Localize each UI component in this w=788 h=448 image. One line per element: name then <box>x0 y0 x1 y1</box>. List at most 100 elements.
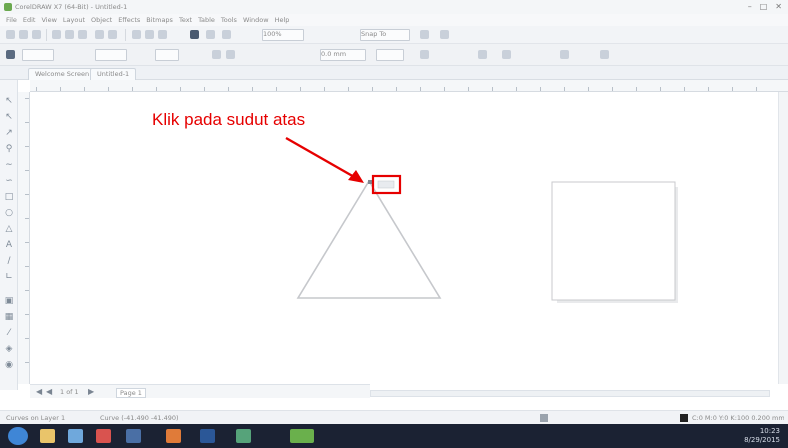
paste-icon[interactable] <box>78 30 87 39</box>
settings-icon[interactable] <box>600 50 609 59</box>
copy-icon[interactable] <box>65 30 74 39</box>
explorer-icon[interactable] <box>40 429 55 443</box>
snap-to-select[interactable]: Snap To <box>360 29 410 41</box>
search-icon[interactable] <box>132 30 141 39</box>
smart-fill-icon[interactable]: ◉ <box>4 360 14 370</box>
menu-file[interactable]: File <box>6 14 17 26</box>
interactive-fill-icon[interactable]: ◈ <box>4 344 14 354</box>
square-shape[interactable] <box>551 181 676 301</box>
units-field[interactable]: 0.0 mm <box>320 49 366 61</box>
zoom-tool-icon[interactable]: ⚲ <box>4 144 14 154</box>
outline-swatch-icon[interactable] <box>680 414 688 422</box>
mail-icon[interactable] <box>126 429 141 443</box>
polygon-tool-icon[interactable]: △ <box>4 224 14 234</box>
transparency-icon[interactable]: ▦ <box>4 312 14 322</box>
page-icon[interactable] <box>6 50 15 59</box>
presentation-icon[interactable] <box>166 429 181 443</box>
fill-swatch-icon[interactable] <box>540 414 548 422</box>
ruler-tick <box>25 218 29 219</box>
launch-icon[interactable] <box>440 30 449 39</box>
app-launcher-icon[interactable] <box>222 30 231 39</box>
page-tab[interactable]: Page 1 <box>116 388 146 398</box>
align-icon[interactable] <box>502 50 511 59</box>
ruler-tick <box>84 87 85 91</box>
portrait-icon[interactable] <box>212 50 221 59</box>
tab-welcome-screen[interactable]: Welcome Screen <box>28 68 97 80</box>
system-clock[interactable]: 10:23 8/29/2015 <box>744 427 780 445</box>
first-page-icon[interactable]: ◀ <box>36 387 42 396</box>
vertical-ruler <box>18 92 30 384</box>
nudge-field[interactable] <box>376 49 404 61</box>
acrobat-icon[interactable] <box>96 429 111 443</box>
menu-object[interactable]: Object <box>91 14 112 26</box>
eyedropper-icon[interactable]: ⁄ <box>4 328 14 338</box>
crop-tool-icon[interactable]: ↗ <box>4 128 14 138</box>
triangle-top-node[interactable] <box>368 180 372 184</box>
freehand-tool-icon[interactable]: ∼ <box>4 160 14 170</box>
menu-table[interactable]: Table <box>198 14 215 26</box>
save-icon[interactable] <box>32 30 41 39</box>
cut-icon[interactable] <box>52 30 61 39</box>
ruler-tick <box>588 87 589 91</box>
triangle-shape[interactable] <box>296 179 442 299</box>
drawing-canvas[interactable] <box>30 92 778 384</box>
publish-icon[interactable] <box>206 30 215 39</box>
next-page-icon[interactable]: ▶ <box>88 387 94 396</box>
menu-bitmaps[interactable]: Bitmaps <box>146 14 173 26</box>
paint-icon[interactable] <box>236 429 251 443</box>
open-icon[interactable] <box>19 30 28 39</box>
ruler-tick <box>492 87 493 91</box>
maximize-icon[interactable]: □ <box>760 2 768 11</box>
menu-edit[interactable]: Edit <box>23 14 36 26</box>
ruler-tick <box>25 146 29 147</box>
import-icon[interactable] <box>145 30 154 39</box>
ruler-tick <box>708 87 709 91</box>
export-icon[interactable] <box>158 30 167 39</box>
menu-help[interactable]: Help <box>275 14 290 26</box>
menu-text[interactable]: Text <box>179 14 192 26</box>
width-field[interactable] <box>95 49 127 61</box>
pick-tool-icon[interactable]: ↖ <box>4 96 14 106</box>
ruler-tick <box>468 87 469 91</box>
shape-tool-icon[interactable]: ↖ <box>4 112 14 122</box>
landscape-icon[interactable] <box>226 50 235 59</box>
page-count: 1 of 1 <box>60 388 79 396</box>
undo-icon[interactable] <box>95 30 104 39</box>
artistic-media-icon[interactable]: ∽ <box>4 176 14 186</box>
duplicate-icon[interactable] <box>420 50 429 59</box>
print-icon[interactable] <box>190 30 199 39</box>
redo-icon[interactable] <box>108 30 117 39</box>
status-object-info: Curves on Layer 1 <box>6 414 66 422</box>
word-icon[interactable] <box>200 429 215 443</box>
ruler-tick <box>25 194 29 195</box>
rectangle-tool-icon[interactable]: □ <box>4 192 14 202</box>
height-field[interactable] <box>155 49 179 61</box>
units-icon[interactable] <box>478 50 487 59</box>
close-icon[interactable]: ✕ <box>775 2 782 11</box>
tab-untitled[interactable]: Untitled-1 <box>90 68 137 80</box>
menu-layout[interactable]: Layout <box>63 14 85 26</box>
ruler-tick <box>636 87 637 91</box>
menu-tools[interactable]: Tools <box>221 14 237 26</box>
menu-view[interactable]: View <box>41 14 56 26</box>
drop-shadow-icon[interactable]: ▣ <box>4 296 14 306</box>
vertical-scrollbar[interactable] <box>778 92 788 384</box>
menu-window[interactable]: Window <box>243 14 269 26</box>
minimize-icon[interactable]: – <box>748 2 752 11</box>
menu-effects[interactable]: Effects <box>118 14 140 26</box>
prev-page-icon[interactable]: ◀ <box>46 387 52 396</box>
media-icon[interactable] <box>68 429 83 443</box>
start-icon[interactable] <box>8 427 28 445</box>
ruler-tick <box>252 87 253 91</box>
ellipse-tool-icon[interactable]: ○ <box>4 208 14 218</box>
text-tool-icon[interactable]: A <box>4 240 14 250</box>
page-size-field[interactable] <box>22 49 54 61</box>
parallel-dimension-icon[interactable]: ∕ <box>4 256 14 266</box>
options-icon[interactable] <box>420 30 429 39</box>
new-icon[interactable] <box>6 30 15 39</box>
connector-tool-icon[interactable]: ∟ <box>4 272 14 282</box>
zoom-select[interactable]: 100% <box>262 29 304 41</box>
arrange-icon[interactable] <box>560 50 569 59</box>
horizontal-scrollbar[interactable] <box>370 390 770 397</box>
coreldraw-taskbar-icon[interactable] <box>290 429 314 443</box>
